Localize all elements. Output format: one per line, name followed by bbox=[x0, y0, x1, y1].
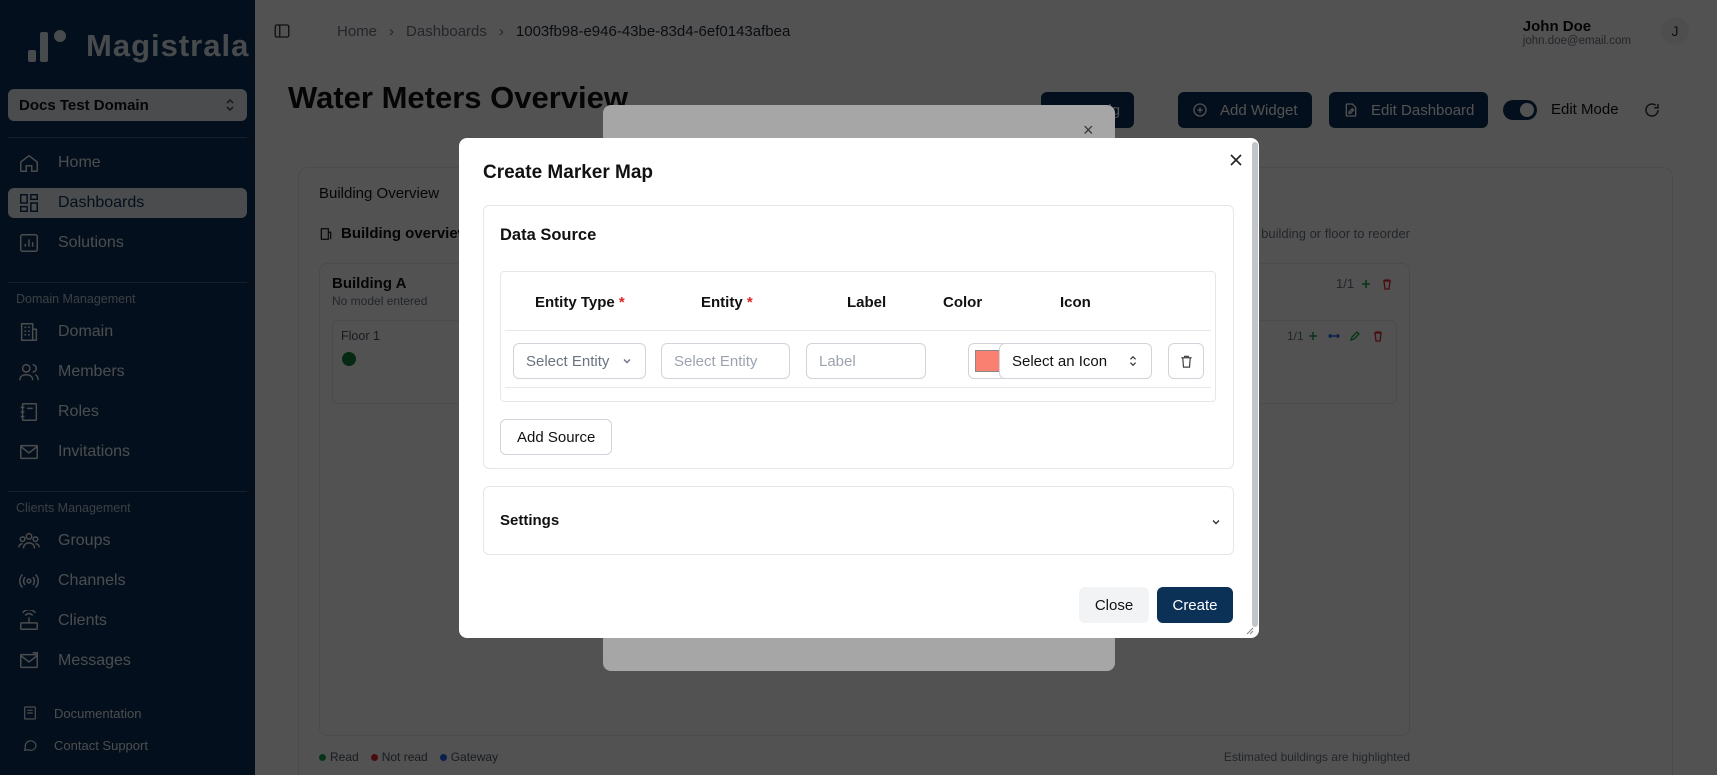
data-source-table: Entity Type * Entity * Label Color Icon … bbox=[500, 271, 1216, 402]
column-header-icon: Icon bbox=[1060, 294, 1091, 311]
column-header-label: Entity Type bbox=[535, 294, 615, 311]
dialog-title: Create Marker Map bbox=[483, 162, 654, 183]
label-input[interactable]: Label bbox=[806, 343, 926, 379]
icon-select[interactable]: Select an Icon bbox=[999, 343, 1152, 379]
label-placeholder: Label bbox=[819, 352, 856, 370]
color-swatch bbox=[975, 350, 1001, 372]
resize-grip-icon[interactable] bbox=[1245, 626, 1254, 635]
close-icon[interactable] bbox=[1228, 152, 1244, 168]
row-divider bbox=[505, 387, 1211, 388]
chevron-down-icon bbox=[623, 359, 631, 364]
entity-type-value: Select Entity bbox=[526, 352, 610, 370]
column-header-color: Color bbox=[943, 294, 983, 311]
entity-placeholder: Select Entity bbox=[674, 352, 758, 370]
chevron-updown-icon bbox=[1130, 355, 1136, 367]
close-button[interactable]: Close bbox=[1079, 587, 1149, 623]
delete-row-button[interactable] bbox=[1168, 343, 1204, 379]
chevron-down-icon bbox=[1212, 520, 1220, 525]
scrollbar-thumb[interactable] bbox=[1252, 142, 1258, 627]
required-mark: * bbox=[746, 294, 753, 311]
settings-title: Settings bbox=[500, 512, 560, 529]
settings-accordion[interactable]: Settings bbox=[483, 486, 1234, 555]
data-source-card: Data Source Entity Type * Entity * Label… bbox=[483, 205, 1234, 469]
create-marker-map-dialog: Create Marker Map Data Source Entity Typ… bbox=[459, 138, 1259, 638]
dialog-scrollbar[interactable] bbox=[1251, 138, 1259, 638]
column-header-entity-type: Entity Type * bbox=[535, 294, 625, 311]
add-source-button[interactable]: Add Source bbox=[500, 419, 613, 455]
entity-type-select[interactable]: Select Entity bbox=[513, 343, 646, 379]
row-divider bbox=[505, 330, 1211, 331]
data-source-title: Data Source bbox=[500, 226, 597, 244]
column-header-label: Label bbox=[847, 294, 887, 311]
trash-icon bbox=[1180, 355, 1192, 368]
create-button[interactable]: Create bbox=[1157, 587, 1233, 623]
column-header-label: Entity bbox=[701, 294, 743, 311]
icon-select-value: Select an Icon bbox=[1012, 352, 1108, 370]
required-mark: * bbox=[618, 294, 625, 311]
entity-select[interactable]: Select Entity bbox=[661, 343, 790, 379]
column-header-entity: Entity * bbox=[701, 294, 753, 311]
